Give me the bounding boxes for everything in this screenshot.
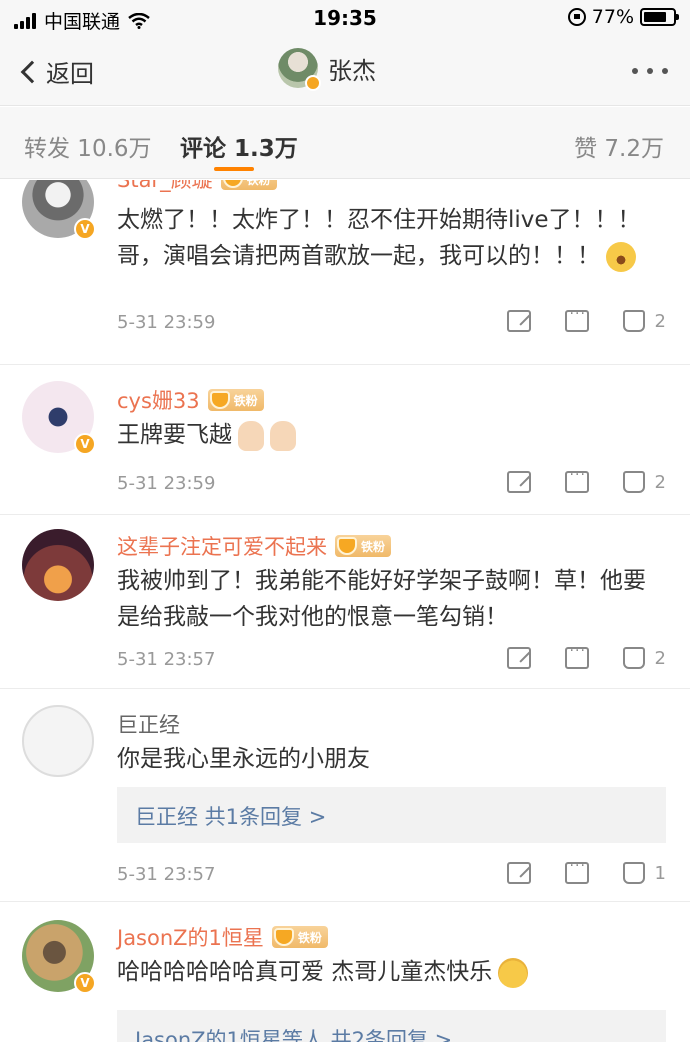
comment-text: 太燃了！！太炸了！！忍不住开始期待live了！！！哥，演唱会请把两首歌放一起，我… <box>117 202 667 274</box>
comment-list[interactable]: V Star_顾璇 铁粉 太燃了！！太炸了！！忍不住开始期待live了！！！哥，… <box>0 180 690 1042</box>
comment-item: 巨正经 你是我心里永远的小朋友 巨正经 共1条回复 > 5-31 23:57 1 <box>0 689 690 902</box>
like-icon[interactable] <box>622 471 645 493</box>
like-icon[interactable] <box>622 862 645 884</box>
reply-icon[interactable] <box>564 467 589 493</box>
comment-username[interactable]: JasonZ的1恒星 铁粉 <box>117 922 328 952</box>
heart-badge-icon <box>337 537 357 555</box>
comment-username[interactable]: 这辈子注定可爱不起来 铁粉 <box>117 531 392 561</box>
like-count: 2 <box>654 647 666 669</box>
battery-percent: 77% <box>591 6 634 28</box>
tab-comments[interactable]: 评论 1.3万 <box>180 129 298 163</box>
fan-badge: 铁粉 <box>220 180 277 190</box>
reply-summary[interactable]: 巨正经 共1条回复 > <box>117 787 666 843</box>
comment-text: 王牌要飞越 <box>117 417 667 453</box>
ok-hand-emoji-icon <box>270 420 296 451</box>
heart-badge-icon <box>273 928 294 946</box>
verified-badge-icon: V <box>74 218 96 240</box>
like-count: 2 <box>654 471 666 493</box>
reply-icon[interactable] <box>564 306 589 332</box>
share-icon[interactable] <box>506 310 531 332</box>
shocked-emoji-icon <box>606 241 636 272</box>
smiling-emoji-icon <box>498 957 529 988</box>
fan-badge: 铁粉 <box>207 389 264 411</box>
reply-summary-text: JasonZ的1恒星等人 共2条回复 > <box>135 1028 453 1042</box>
like-count: 1 <box>654 862 666 884</box>
reply-icon[interactable] <box>564 643 589 669</box>
verified-badge-icon: V <box>74 433 96 455</box>
comment-time: 5-31 23:57 <box>117 864 216 885</box>
avatar[interactable]: V <box>22 180 96 240</box>
comment-item: 这辈子注定可爱不起来 铁粉 我被帅到了！我弟能不能好好学架子鼓啊！草！他要是给我… <box>0 515 690 689</box>
verified-badge-icon <box>305 75 321 91</box>
nav-profile[interactable]: 张杰 <box>278 48 376 91</box>
comment-text: 你是我心里永远的小朋友 <box>117 746 370 772</box>
comment-text: 哈哈哈哈哈哈真可爱 杰哥儿童杰快乐 <box>117 954 667 990</box>
orientation-lock-icon <box>567 8 586 26</box>
status-bar: 中国联通 19:35 77% <box>0 0 690 36</box>
comment-item: V cys姗33 铁粉 王牌要飞越 5-31 23:59 2 <box>0 365 690 515</box>
fan-badge: 铁粉 <box>335 535 392 557</box>
active-tab-indicator <box>214 167 254 171</box>
like-count: 2 <box>654 310 666 332</box>
comment-time: 5-31 23:59 <box>117 473 216 494</box>
share-icon[interactable] <box>506 862 531 884</box>
tab-likes[interactable]: 赞 7.2万 <box>574 129 664 163</box>
tab-bar: 转发 10.6万 评论 1.3万 赞 7.2万 <box>0 107 690 179</box>
avatar <box>278 48 321 91</box>
share-icon[interactable] <box>506 471 531 493</box>
avatar[interactable] <box>22 705 94 777</box>
comment-text: 我被帅到了！我弟能不能好好学架子鼓啊！草！他要是给我敲一个我对他的恨意一笔勾销！ <box>117 568 646 630</box>
verified-badge-icon: V <box>74 972 96 994</box>
heart-badge-icon <box>222 180 243 188</box>
reply-summary[interactable]: JasonZ的1恒星等人 共2条回复 > <box>117 1010 666 1042</box>
share-icon[interactable] <box>506 647 531 669</box>
more-options-icon[interactable] <box>623 68 668 74</box>
comment-username[interactable]: Star_顾璇 铁粉 <box>117 180 277 194</box>
avatar[interactable] <box>22 529 94 601</box>
page-title: 张杰 <box>328 56 376 85</box>
comment-username[interactable]: cys姗33 铁粉 <box>117 385 264 415</box>
comment-item: V Star_顾璇 铁粉 太燃了！！太炸了！！忍不住开始期待live了！！！哥，… <box>0 180 690 365</box>
tab-reposts[interactable]: 转发 10.6万 <box>24 129 152 163</box>
back-label: 返回 <box>46 60 94 88</box>
like-icon[interactable] <box>622 310 645 332</box>
comment-username[interactable]: 巨正经 <box>117 709 180 739</box>
like-icon[interactable] <box>622 647 645 669</box>
back-button[interactable]: 返回 <box>18 54 94 89</box>
reply-icon[interactable] <box>564 858 589 884</box>
navigation-bar: 返回 张杰 <box>0 36 690 106</box>
heart-badge-icon <box>209 391 230 409</box>
fan-badge: 铁粉 <box>271 926 328 948</box>
ok-hand-emoji-icon <box>238 420 264 451</box>
reply-summary-text: 巨正经 共1条回复 > <box>135 805 327 829</box>
chevron-left-icon <box>20 60 44 83</box>
battery-icon <box>640 8 679 26</box>
comment-time: 5-31 23:59 <box>117 312 216 333</box>
comment-time: 5-31 23:57 <box>117 649 216 670</box>
comment-item: V JasonZ的1恒星 铁粉 哈哈哈哈哈哈真可爱 杰哥儿童杰快乐 JasonZ… <box>0 902 690 1042</box>
avatar[interactable]: V <box>22 381 96 455</box>
avatar[interactable]: V <box>22 920 96 994</box>
